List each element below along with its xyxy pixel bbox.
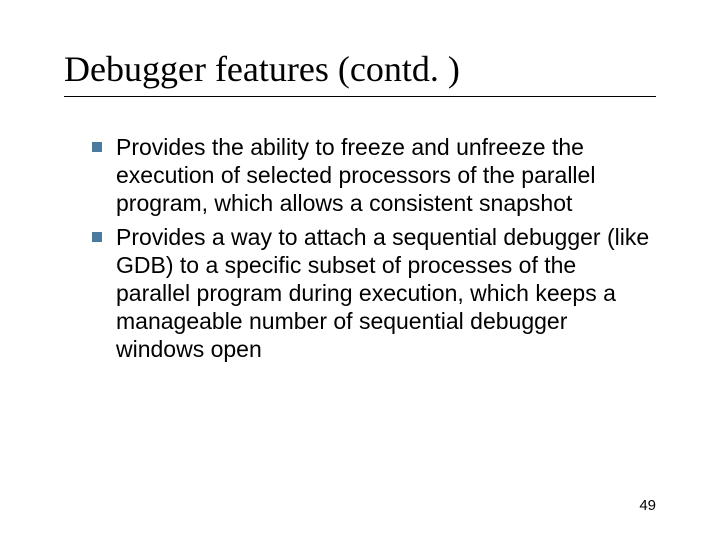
page-number: 49 xyxy=(639,497,656,514)
slide: Debugger features (contd. ) Provides the… xyxy=(0,0,720,540)
bullet-list: Provides the ability to freeze and unfre… xyxy=(64,133,656,363)
title-underline xyxy=(64,96,656,97)
list-item: Provides the ability to freeze and unfre… xyxy=(92,133,656,217)
bullet-text: Provides a way to attach a sequential de… xyxy=(116,224,649,362)
list-item: Provides a way to attach a sequential de… xyxy=(92,223,656,363)
bullet-text: Provides the ability to freeze and unfre… xyxy=(116,134,595,216)
square-bullet-icon xyxy=(92,142,102,152)
slide-title: Debugger features (contd. ) xyxy=(64,48,656,90)
square-bullet-icon xyxy=(92,232,102,242)
